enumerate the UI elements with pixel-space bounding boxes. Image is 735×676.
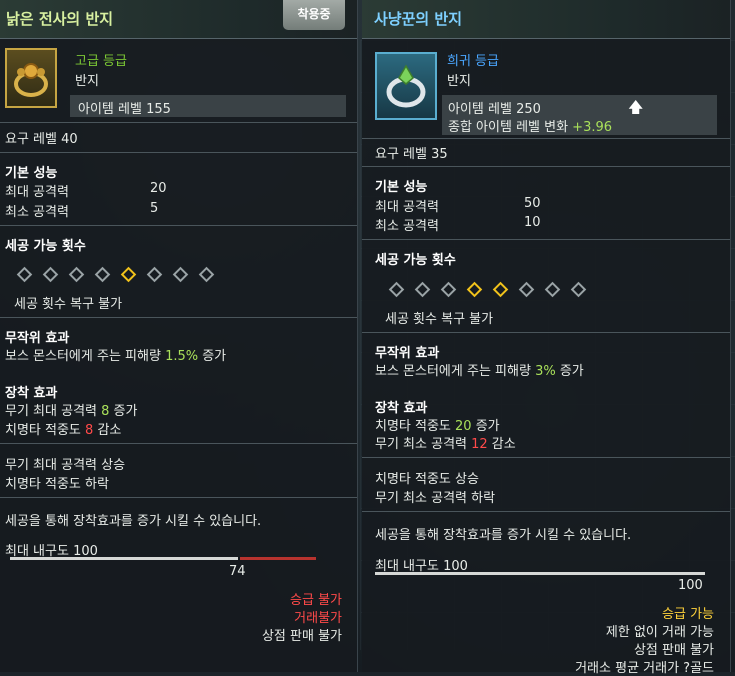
craft-slot-icon bbox=[94, 266, 111, 283]
silver-ring-icon bbox=[375, 52, 437, 120]
stat-label: 최소 공격력 bbox=[5, 205, 69, 220]
base-stats-title: 기본 성능 bbox=[5, 166, 58, 181]
equipped-badge: 착용중 bbox=[283, 0, 345, 30]
effect-summary: 무기 최소 공격력 하락 bbox=[375, 491, 496, 506]
item-grade: 고급 등급 bbox=[75, 54, 127, 69]
effect-summary: 무기 최대 공격력 상승 bbox=[5, 458, 126, 473]
tooltip-header: 낡은 전사의 반지 착용중 bbox=[0, 0, 357, 39]
divider bbox=[0, 443, 357, 444]
base-stats-title: 기본 성능 bbox=[375, 180, 428, 195]
durability-bar-fill bbox=[375, 572, 705, 575]
random-effect-title: 무작위 효과 bbox=[5, 331, 70, 346]
item-type: 반지 bbox=[447, 74, 471, 89]
craft-slot-icon bbox=[16, 266, 33, 283]
random-effect-title: 무작위 효과 bbox=[375, 346, 440, 361]
craft-note: 세공 횟수 복구 불가 bbox=[14, 297, 123, 312]
divider bbox=[362, 138, 730, 139]
required-level: 요구 레벨 35 bbox=[375, 147, 448, 162]
gold-ring-icon bbox=[5, 48, 57, 108]
durability-bar-lost bbox=[240, 557, 316, 560]
craft-slot-active-icon bbox=[120, 266, 137, 283]
equip-effect-line: 치명타 적중도 8 감소 bbox=[5, 423, 122, 438]
durability-value: 100 bbox=[678, 578, 703, 593]
craft-info: 세공을 통해 장착효과를 증가 시킬 수 있습니다. bbox=[5, 514, 262, 529]
upgrade-status: 승급 가능 bbox=[662, 607, 714, 622]
craft-slot-active-icon bbox=[492, 281, 509, 298]
divider bbox=[362, 511, 730, 512]
craft-slot-icon bbox=[440, 281, 457, 298]
craft-slot-active-icon bbox=[466, 281, 483, 298]
tooltip-header: 사냥꾼의 반지 bbox=[362, 0, 730, 39]
durability-value: 74 bbox=[229, 564, 246, 579]
craft-slot-icon bbox=[146, 266, 163, 283]
effect-summary: 치명타 적중도 상승 bbox=[375, 472, 479, 487]
craft-slot-icon bbox=[172, 266, 189, 283]
craft-info: 세공을 통해 장착효과를 증가 시킬 수 있습니다. bbox=[375, 528, 632, 543]
required-level: 요구 레벨 40 bbox=[5, 132, 78, 147]
equip-effect-line: 치명타 적중도 20 증가 bbox=[375, 419, 500, 434]
divider bbox=[0, 122, 357, 123]
divider bbox=[0, 497, 357, 498]
compare-item-tooltip: 사냥꾼의 반지 희귀 등급 반지 아이템 레벨 250 🡅 종합 아이템 레벨 … bbox=[362, 0, 731, 676]
divider bbox=[362, 332, 730, 333]
item-grade: 희귀 등급 bbox=[447, 54, 499, 69]
item-level: 아이템 레벨 250 bbox=[448, 102, 541, 117]
stat-value: 5 bbox=[150, 201, 159, 216]
divider bbox=[362, 166, 730, 167]
upgrade-status: 승급 불가 bbox=[290, 593, 342, 608]
divider bbox=[0, 317, 357, 318]
random-effect-text: 보스 몬스터에게 주는 피해량 3% 증가 bbox=[375, 364, 584, 379]
craft-note: 세공 횟수 복구 불가 bbox=[385, 312, 494, 327]
craft-slot-icon bbox=[68, 266, 85, 283]
divider bbox=[362, 457, 730, 458]
effect-summary: 치명타 적중도 하락 bbox=[5, 477, 109, 492]
item-type: 반지 bbox=[75, 74, 99, 89]
item-name: 낡은 전사의 반지 bbox=[6, 10, 114, 28]
trade-status: 제한 없이 거래 가능 bbox=[605, 625, 714, 640]
stat-label: 최대 공격력 bbox=[5, 185, 69, 200]
shop-sell-status: 상점 판매 불가 bbox=[261, 629, 342, 644]
craft-slot-icon bbox=[518, 281, 535, 298]
item-level: 아이템 레벨 155 bbox=[78, 102, 171, 117]
divider bbox=[0, 225, 357, 226]
shop-sell-status: 상점 판매 불가 bbox=[633, 643, 714, 658]
durability-bar-fill bbox=[10, 557, 238, 560]
stat-value: 20 bbox=[150, 181, 167, 196]
craft-slot-icon bbox=[544, 281, 561, 298]
craft-count-title: 세공 가능 횟수 bbox=[375, 253, 456, 268]
equip-effect-title: 장착 효과 bbox=[375, 401, 428, 416]
craft-slot-icon bbox=[42, 266, 59, 283]
total-level-change: 종합 아이템 레벨 변화 +3.96 bbox=[448, 120, 613, 135]
trade-status: 거래불가 bbox=[294, 611, 342, 626]
craft-slot-icon bbox=[570, 281, 587, 298]
divider bbox=[0, 152, 357, 153]
craft-slot-icon bbox=[388, 281, 405, 298]
market-price: 거래소 평균 거래가 ?골드 bbox=[575, 661, 714, 676]
equip-effect-line: 무기 최소 공격력 12 감소 bbox=[375, 437, 516, 452]
item-name: 사냥꾼의 반지 bbox=[374, 10, 463, 28]
equip-effect-line: 무기 최대 공격력 8 증가 bbox=[5, 404, 138, 419]
craft-slot-icon bbox=[198, 266, 215, 283]
craft-count-title: 세공 가능 횟수 bbox=[5, 239, 86, 254]
stat-value: 10 bbox=[524, 215, 541, 230]
craft-slot-icon bbox=[414, 281, 431, 298]
random-effect-text: 보스 몬스터에게 주는 피해량 1.5% 증가 bbox=[5, 349, 227, 364]
equip-effect-title: 장착 효과 bbox=[5, 386, 58, 401]
stat-label: 최소 공격력 bbox=[375, 219, 439, 234]
divider bbox=[362, 239, 730, 240]
arrow-up-icon: 🡅 bbox=[628, 98, 644, 116]
stat-value: 50 bbox=[524, 196, 541, 211]
equipped-item-tooltip: 낡은 전사의 반지 착용중 고급 등급 반지 아이템 레벨 155 요구 레벨 … bbox=[0, 0, 358, 672]
stat-label: 최대 공격력 bbox=[375, 200, 439, 215]
